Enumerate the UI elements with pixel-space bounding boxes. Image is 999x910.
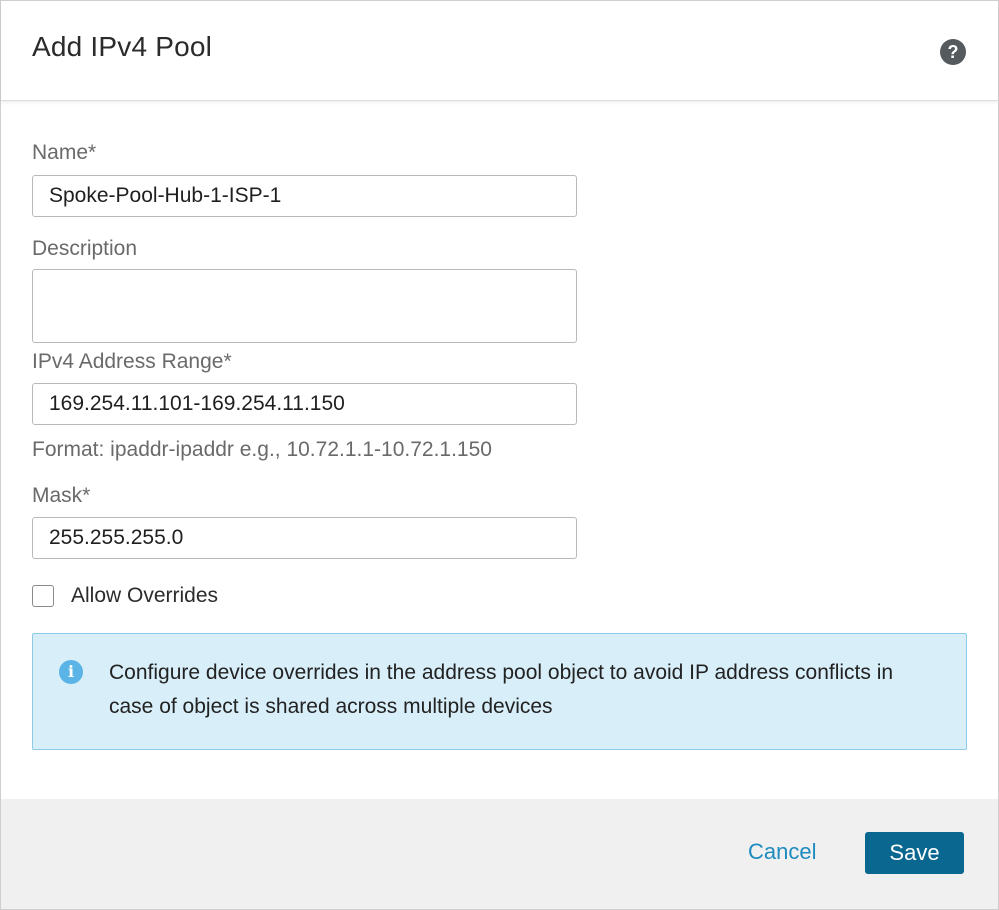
info-icon: i <box>59 660 83 684</box>
ipv4-format-hint: Format: ipaddr-ipaddr e.g., 10.72.1.1-10… <box>32 438 492 461</box>
info-alert: i Configure device overrides in the addr… <box>32 633 967 750</box>
allow-overrides-checkbox[interactable] <box>32 585 54 607</box>
ipv4-address-range-input[interactable] <box>32 383 577 425</box>
ipv4-address-range-label: IPv4 Address Range* <box>32 350 232 373</box>
save-button[interactable]: Save <box>865 832 964 874</box>
description-textarea[interactable] <box>32 269 577 343</box>
mask-input[interactable] <box>32 517 577 559</box>
question-mark-icon[interactable]: ? <box>940 39 966 65</box>
dialog-header: Add IPv4 Pool ? <box>1 1 998 101</box>
name-label: Name* <box>32 141 97 164</box>
cancel-button[interactable]: Cancel <box>748 839 816 865</box>
name-input[interactable] <box>32 175 577 217</box>
mask-label: Mask* <box>32 484 91 507</box>
allow-overrides-label[interactable]: Allow Overrides <box>71 584 218 608</box>
description-label: Description <box>32 237 138 260</box>
dialog-footer: Cancel Save <box>1 799 998 909</box>
info-message: Configure device overrides in the addres… <box>109 661 894 718</box>
dialog-title: Add IPv4 Pool <box>32 31 213 62</box>
add-ipv4-pool-dialog: Add IPv4 Pool ? Name* Description IPv4 A… <box>0 0 999 910</box>
